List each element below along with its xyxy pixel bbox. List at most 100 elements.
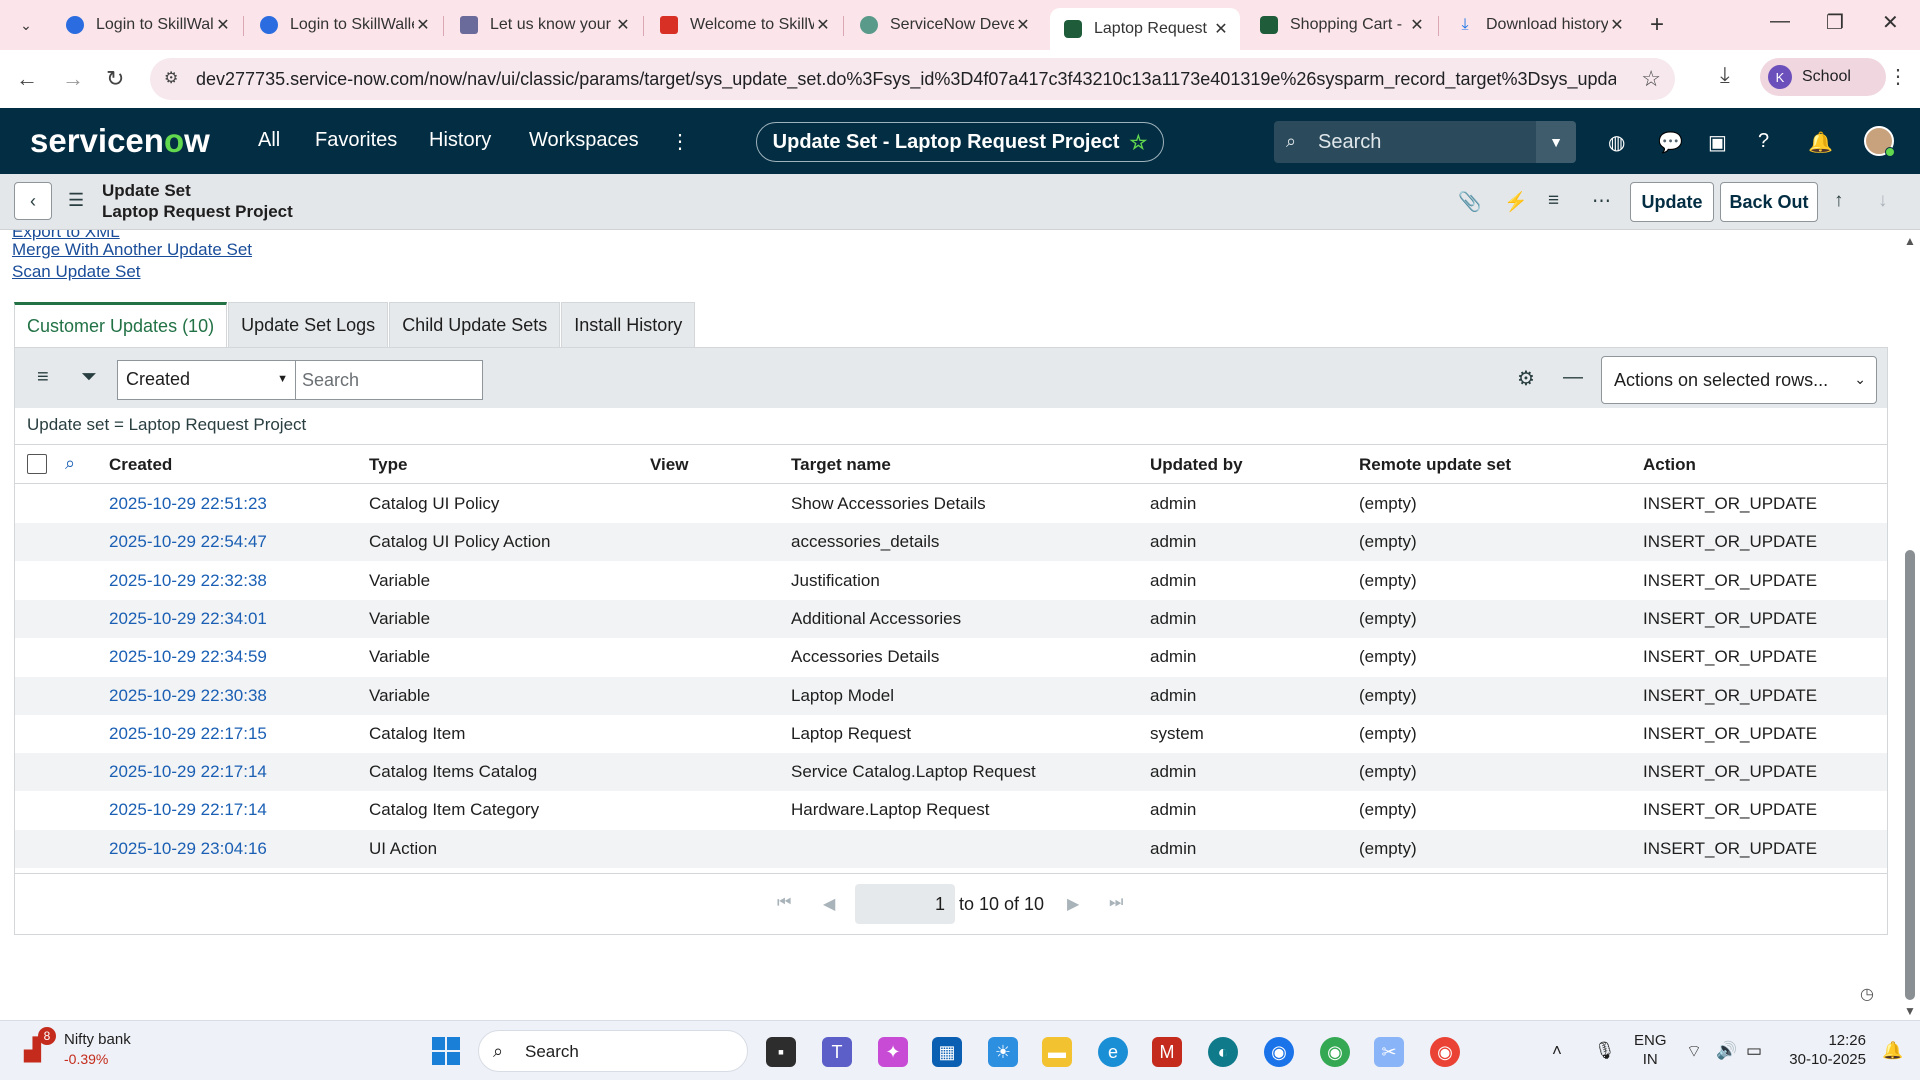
column-header-remote-update-set[interactable]: Remote update set [1359,455,1511,475]
globe-icon[interactable]: ◍ [1608,130,1625,155]
show-hidden-icons-chevron-icon[interactable]: ˄ [1552,1041,1562,1061]
tab-customer-updates[interactable]: Customer Updates (10) [14,302,228,347]
table-row[interactable]: 2025-10-29 22:54:47 Catalog UI Policy Act… [15,523,1887,562]
browser-tab[interactable]: Welcome to SkillWallet ✕ [646,8,842,42]
favorite-star-icon[interactable]: ☆ [1129,130,1147,155]
volume-icon[interactable]: 🔊 [1716,1041,1737,1061]
browser-tab[interactable]: Login to SkillWallet ✕ [52,8,242,42]
close-tab-icon[interactable]: ✕ [1014,15,1032,35]
search-scope-dropdown[interactable]: ▼ [1536,121,1576,163]
column-header-type[interactable]: Type [369,455,407,475]
scan-update-set-link[interactable]: Scan Update Set [12,262,141,282]
file-explorer-icon[interactable]: ▬ [1042,1037,1072,1067]
cell-created[interactable]: 2025-10-29 22:17:14 [109,762,267,782]
table-row[interactable]: 2025-10-29 22:34:01 Variable Additional Ac… [15,599,1887,638]
scroll-down-arrow-icon[interactable]: ▼ [1904,1004,1916,1018]
page-scrollbar[interactable]: ▲ ▼ [1900,230,1920,1020]
system-clock[interactable]: 12:26 30-10-2025 [1786,1031,1866,1069]
site-info-icon[interactable]: ⚙ [164,68,178,88]
copilot-icon[interactable]: ✦ [878,1037,908,1067]
reload-icon[interactable]: ↻ [106,66,124,92]
table-row[interactable]: 2025-10-29 22:17:14 Catalog Items Catalog… [15,753,1887,792]
close-tab-icon[interactable]: ✕ [814,15,832,35]
column-header-updated-by[interactable]: Updated by [1150,455,1243,475]
close-tab-icon[interactable]: ✕ [1408,15,1426,35]
input-language[interactable]: ENG IN [1634,1031,1667,1069]
close-tab-icon[interactable]: ✕ [1212,19,1230,39]
browser-back-icon[interactable]: ← [16,66,38,92]
notifications-bell-icon[interactable]: 🔔 [1808,130,1833,155]
chrome-profile-icon[interactable]: ◉ [1320,1037,1350,1067]
taskbar-search[interactable]: ⌕ Search [478,1030,748,1072]
battery-icon[interactable]: ▭ [1746,1041,1762,1061]
chat-icon[interactable]: 💬 [1658,130,1683,155]
filter-icon[interactable]: ⏷ [81,366,97,389]
update-button[interactable]: Update [1630,182,1714,222]
cell-created[interactable]: 2025-10-29 22:51:23 [109,494,267,514]
table-row[interactable]: 2025-10-29 22:51:23 Catalog UI Policy Show… [15,485,1887,523]
notification-bell-icon[interactable]: 🔔 [1882,1041,1903,1061]
global-search[interactable]: ⌕ Search [1274,121,1576,163]
microphone-icon[interactable]: 🎙 [1594,1041,1616,1061]
back-out-button[interactable]: Back Out [1720,182,1818,222]
task-view-icon[interactable]: ▪ [766,1037,796,1067]
merge-update-set-link[interactable]: Merge With Another Update Set [12,240,252,260]
more-menu-icon[interactable]: ⋮ [670,129,690,154]
cell-created[interactable]: 2025-10-29 22:54:47 [109,532,267,552]
weather-app-icon[interactable]: ☀ [988,1037,1018,1067]
mcafee-icon[interactable]: M [1152,1037,1182,1067]
close-tab-icon[interactable]: ✕ [414,15,432,35]
snipping-tool-icon[interactable]: ✂ [1374,1037,1404,1067]
form-menu-icon[interactable]: ☰ [68,190,84,211]
tab-child-update-sets[interactable]: Child Update Sets [389,302,561,347]
first-page-icon[interactable]: ⏮ [777,894,791,912]
chrome-menu-icon[interactable]: ⋮ [1888,64,1908,89]
minimize-icon[interactable]: — [1770,10,1790,33]
close-tab-icon[interactable]: ✕ [614,15,632,35]
bookmark-star-icon[interactable]: ☆ [1641,66,1661,92]
servicenow-logo[interactable]: servicenow [30,122,210,160]
cell-created[interactable]: 2025-10-29 22:17:15 [109,724,267,744]
actions-on-selected-rows-select[interactable]: Actions on selected rows... ⌄ [1601,356,1877,404]
filter-breadcrumb[interactable]: Update set = Laptop Request Project [27,415,306,435]
table-row[interactable]: 2025-10-29 22:17:14 Catalog Item Category… [15,791,1887,829]
table-row[interactable]: 2025-10-29 22:32:38 Variable Justification… [15,562,1887,600]
table-row[interactable]: 2025-10-29 22:34:59 Variable Accessories D… [15,638,1887,676]
store-icon[interactable]: ▦ [932,1037,962,1067]
column-header-target-name[interactable]: Target name [791,455,891,475]
close-window-icon[interactable]: ✕ [1882,10,1899,35]
browser-tab[interactable]: ServiceNow Developers ✕ [846,8,1042,42]
wifi-icon[interactable]: ⌔ [1686,1041,1702,1062]
table-row[interactable]: 2025-10-29 22:30:38 Variable Laptop Model a… [15,676,1887,715]
profile-chip[interactable]: K School [1760,58,1886,96]
column-search-icon[interactable]: ⌕ [65,453,75,474]
teams-icon[interactable]: T [822,1037,852,1067]
browser-tab-active[interactable]: Laptop Request ✕ [1050,8,1240,50]
browser-tab[interactable]: ⤓ Download history ✕ [1442,8,1636,42]
browser-tab[interactable]: Let us know your ✕ [446,8,642,42]
search-field-select[interactable]: Created ▼ [117,360,297,400]
app-icon[interactable]: ◐ [1208,1037,1238,1067]
column-header-created[interactable]: Created [109,455,172,475]
context-title-pill[interactable]: Update Set - Laptop Request Project ☆ [756,122,1164,162]
help-icon[interactable]: ? [1758,130,1769,153]
cell-created[interactable]: 2025-10-29 22:30:38 [109,686,267,706]
nav-all[interactable]: All [258,129,280,152]
cell-created[interactable]: 2025-10-29 22:34:01 [109,609,267,629]
personalize-form-icon[interactable]: ≡ [1548,190,1559,212]
browser-forward-icon[interactable]: → [62,66,84,92]
close-tab-icon[interactable]: ✕ [214,15,232,35]
cell-created[interactable]: 2025-10-29 22:32:38 [109,571,267,591]
page-number-input[interactable]: 1 [855,884,955,924]
nav-favorites[interactable]: Favorites [315,129,397,152]
tab-update-set-logs[interactable]: Update Set Logs [228,302,389,347]
omnibox[interactable]: ⚙ dev277735.service-now.com/now/nav/ui/c… [150,58,1675,100]
start-windows-icon[interactable] [432,1037,460,1065]
previous-record-icon[interactable]: ↑ [1834,190,1844,212]
url-text[interactable]: dev277735.service-now.com/now/nav/ui/cla… [196,69,1616,90]
list-settings-gear-icon[interactable]: ⚙ [1517,366,1535,391]
next-record-icon[interactable]: ↓ [1878,190,1888,212]
cell-created[interactable]: 2025-10-29 23:04:16 [109,839,267,859]
app-switcher-icon[interactable]: ▣ [1708,130,1727,155]
cell-created[interactable]: 2025-10-29 22:34:59 [109,647,267,667]
